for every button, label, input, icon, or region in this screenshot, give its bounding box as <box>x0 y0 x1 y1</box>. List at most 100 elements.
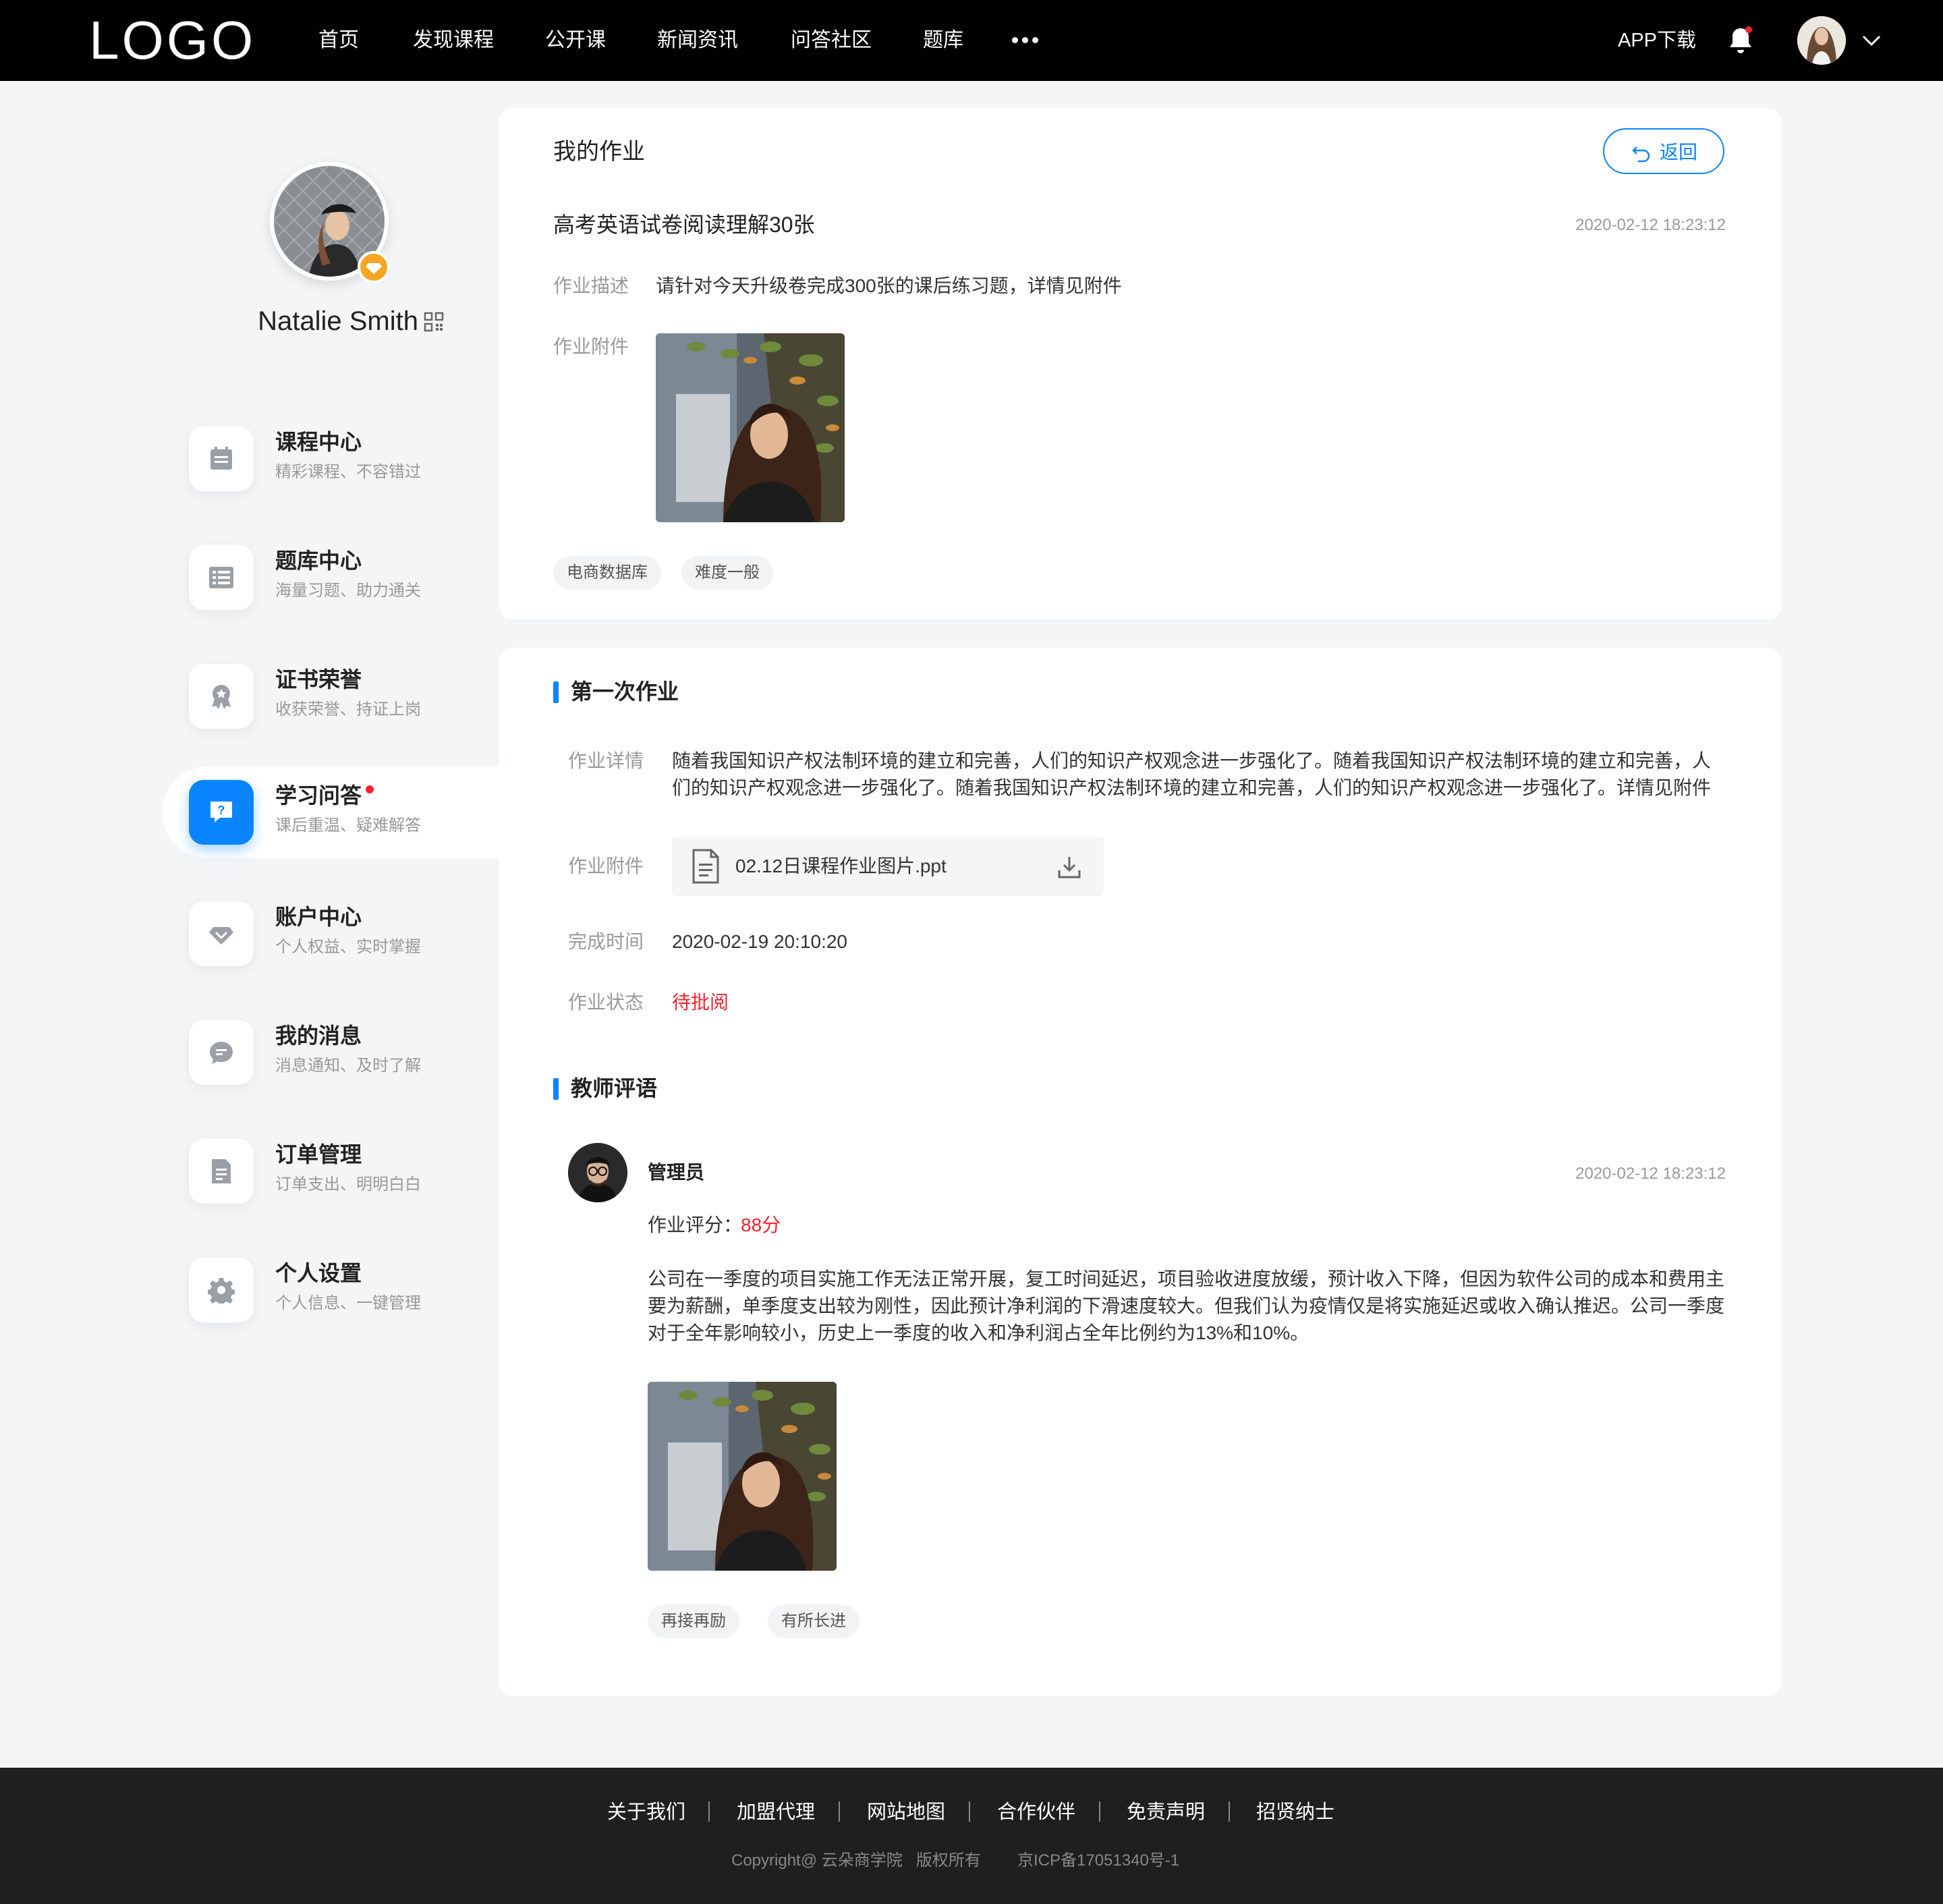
sidebar-item-certificates[interactable]: 证书荣誉 收获荣誉、持证上岗 <box>162 650 499 742</box>
sidebar-item-subtitle: 个人信息、一键管理 <box>275 1294 421 1312</box>
attachment-label: 作业附件 <box>568 856 644 876</box>
sidebar-item-learning-qa[interactable]: ? 学习问答 课后重温、疑难解答 <box>162 766 499 858</box>
sidebar-item-subtitle: 海量习题、助力通关 <box>275 582 421 600</box>
document-icon <box>189 1139 254 1204</box>
vip-badge-icon <box>358 251 390 283</box>
attachment-image[interactable] <box>656 333 845 522</box>
notification-dot <box>366 785 374 793</box>
file-icon <box>692 849 719 884</box>
footer-divider <box>969 1801 970 1822</box>
sidebar-item-title: 课程中心 <box>275 430 362 454</box>
undo-icon <box>1632 146 1650 163</box>
attachment-label: 作业附件 <box>553 336 629 357</box>
sidebar-item-courses[interactable]: 课程中心 精彩课程、不容错过 <box>162 413 499 505</box>
sidebar-item-subtitle: 收获荣誉、持证上岗 <box>275 700 421 719</box>
footer-link-partners[interactable]: 合作伙伴 <box>997 1797 1075 1827</box>
sidebar-item-subtitle: 订单支出、明明白白 <box>275 1175 421 1194</box>
footer-link-about[interactable]: 关于我们 <box>607 1797 685 1827</box>
diamond-icon <box>189 901 254 966</box>
question-bank-icon <box>189 545 254 610</box>
homework-tag[interactable]: 电商数据库 <box>553 556 661 590</box>
desc-label: 作业描述 <box>553 275 629 296</box>
user-avatar[interactable] <box>1797 16 1846 65</box>
review-image[interactable] <box>648 1382 837 1571</box>
nav-qa-community[interactable]: 问答社区 <box>791 26 872 55</box>
submission-card: 第一次作业 作业详情 随着我国知识产权法制环境的建立和完善，人们的知识产权观念进… <box>499 648 1781 1696</box>
footer-link-sitemap[interactable]: 网站地图 <box>867 1797 945 1827</box>
sidebar-item-subtitle: 精彩课程、不容错过 <box>275 463 421 481</box>
calendar-icon <box>189 426 254 491</box>
footer-link-franchise[interactable]: 加盟代理 <box>737 1797 815 1827</box>
back-button[interactable]: 返回 <box>1603 128 1724 174</box>
sidebar-item-settings[interactable]: 个人设置 个人信息、一键管理 <box>162 1244 499 1336</box>
logo[interactable]: LOGO <box>89 12 256 69</box>
sidebar-item-title: 我的消息 <box>275 1024 362 1048</box>
review-section-title: 教师评语 <box>553 1073 657 1104</box>
homework-description: 请针对今天升级卷完成300张的课后练习题，详情见附件 <box>656 275 1122 296</box>
status-badge: 待批阅 <box>672 992 729 1013</box>
teacher-name: 管理员 <box>648 1162 705 1183</box>
completion-time: 2020-02-19 20:10:20 <box>672 931 847 952</box>
review-tag[interactable]: 有所长进 <box>768 1604 860 1638</box>
sidebar-item-account[interactable]: 账户中心 个人权益、实时掌握 <box>162 888 499 980</box>
sidebar-item-title: 个人设置 <box>275 1261 362 1285</box>
top-navbar: LOGO 首页 发现课程 公开课 新闻资讯 问答社区 题库 APP下载 <box>0 0 1943 81</box>
nav-home[interactable]: 首页 <box>318 26 359 55</box>
homework-title: 高考英语试卷阅读理解30张 <box>553 213 815 237</box>
detail-label: 作业详情 <box>568 750 644 771</box>
back-button-label: 返回 <box>1660 142 1698 163</box>
message-icon <box>189 1020 254 1085</box>
copyright-text: Copyright@ 云朵商学院 版权所有 <box>731 1851 981 1870</box>
footer-divider <box>1229 1801 1230 1822</box>
status-label: 作业状态 <box>568 992 644 1013</box>
attachment-file[interactable]: 02.12日课程作业图片.ppt <box>672 837 1104 896</box>
review-date: 2020-02-12 18:23:12 <box>1575 1165 1726 1183</box>
profile-name: Natalie Smith <box>258 306 418 336</box>
nav-discover-courses[interactable]: 发现课程 <box>413 26 494 55</box>
footer-divider <box>708 1801 710 1822</box>
sidebar-item-subtitle: 消息通知、及时了解 <box>275 1057 421 1075</box>
page-title: 我的作业 <box>553 139 645 165</box>
nav-news[interactable]: 新闻资讯 <box>657 26 738 55</box>
nav-question-bank[interactable]: 题库 <box>923 26 963 55</box>
gear-icon <box>189 1258 254 1322</box>
sidebar-item-orders[interactable]: 订单管理 订单支出、明明白白 <box>162 1125 499 1217</box>
attachment-file-name: 02.12日课程作业图片.ppt <box>735 856 947 876</box>
footer-link-disclaimer[interactable]: 免责声明 <box>1127 1797 1205 1827</box>
sidebar-item-title: 订单管理 <box>275 1142 362 1167</box>
footer: 关于我们 加盟代理 网站地图 合作伙伴 免责声明 招贤纳士 Copyright@… <box>0 1768 1943 1904</box>
homework-date: 2020-02-12 18:23:12 <box>1575 216 1726 234</box>
review-comment-line: 对于全年影响较小，历史上一季度的收入和净利润占全年比例约为13%和10%。 <box>648 1322 1310 1343</box>
review-comment-line: 公司在一季度的项目实施工作无法正常开展，复工时间延迟，项目验收进度放缓，预计收入… <box>648 1268 1725 1289</box>
footer-link-careers[interactable]: 招贤纳士 <box>1256 1797 1334 1827</box>
nav-open-courses[interactable]: 公开课 <box>545 26 606 55</box>
more-icon[interactable] <box>1012 35 1042 45</box>
submission-detail-line: 随着我国知识产权法制环境的建立和完善，人们的知识产权观念进一步强化了。随着我国知… <box>672 750 1712 771</box>
footer-divider <box>839 1801 840 1822</box>
sidebar-item-messages[interactable]: 我的消息 消息通知、及时了解 <box>162 1007 499 1098</box>
score-value: 88分 <box>741 1214 781 1235</box>
sidebar-item-title: 题库中心 <box>275 549 362 573</box>
bell-icon[interactable] <box>1726 26 1755 57</box>
svg-text:?: ? <box>218 804 225 817</box>
sidebar-item-subtitle: 课后重温、疑难解答 <box>275 816 421 835</box>
sidebar-item-title: 账户中心 <box>275 905 362 929</box>
homework-card: 我的作业 返回 高考英语试卷阅读理解30张 2020-02-12 18:23:1… <box>499 108 1781 619</box>
award-icon <box>189 664 254 729</box>
review-comment-line: 要为薪酬，单季度支出较为刚性，因此预计净利润的下滑速度较大。但我们认为疫情仅是将… <box>648 1295 1725 1316</box>
icp-text: 京ICP备17051340号-1 <box>1017 1851 1180 1870</box>
download-icon[interactable] <box>1057 854 1082 880</box>
sidebar-item-subtitle: 个人权益、实时掌握 <box>275 938 421 956</box>
homework-tag[interactable]: 难度一般 <box>681 556 773 590</box>
submission-detail-line: 们的知识产权观念进一步强化了。随着我国知识产权法制环境的建立和完善，人们的知识产… <box>672 777 1712 798</box>
chevron-down-icon[interactable] <box>1861 30 1882 51</box>
teacher-avatar <box>568 1143 627 1202</box>
sidebar-item-question-bank[interactable]: 题库中心 海量习题、助力通关 <box>162 532 499 623</box>
submission-section-title: 第一次作业 <box>553 676 679 707</box>
time-label: 完成时间 <box>568 931 644 952</box>
sidebar-item-title: 证书荣誉 <box>275 667 362 692</box>
app-download-link[interactable]: APP下载 <box>1618 26 1696 55</box>
qa-icon: ? <box>189 780 254 845</box>
review-tag[interactable]: 再接再励 <box>648 1604 739 1638</box>
qr-code-icon[interactable] <box>424 312 444 332</box>
